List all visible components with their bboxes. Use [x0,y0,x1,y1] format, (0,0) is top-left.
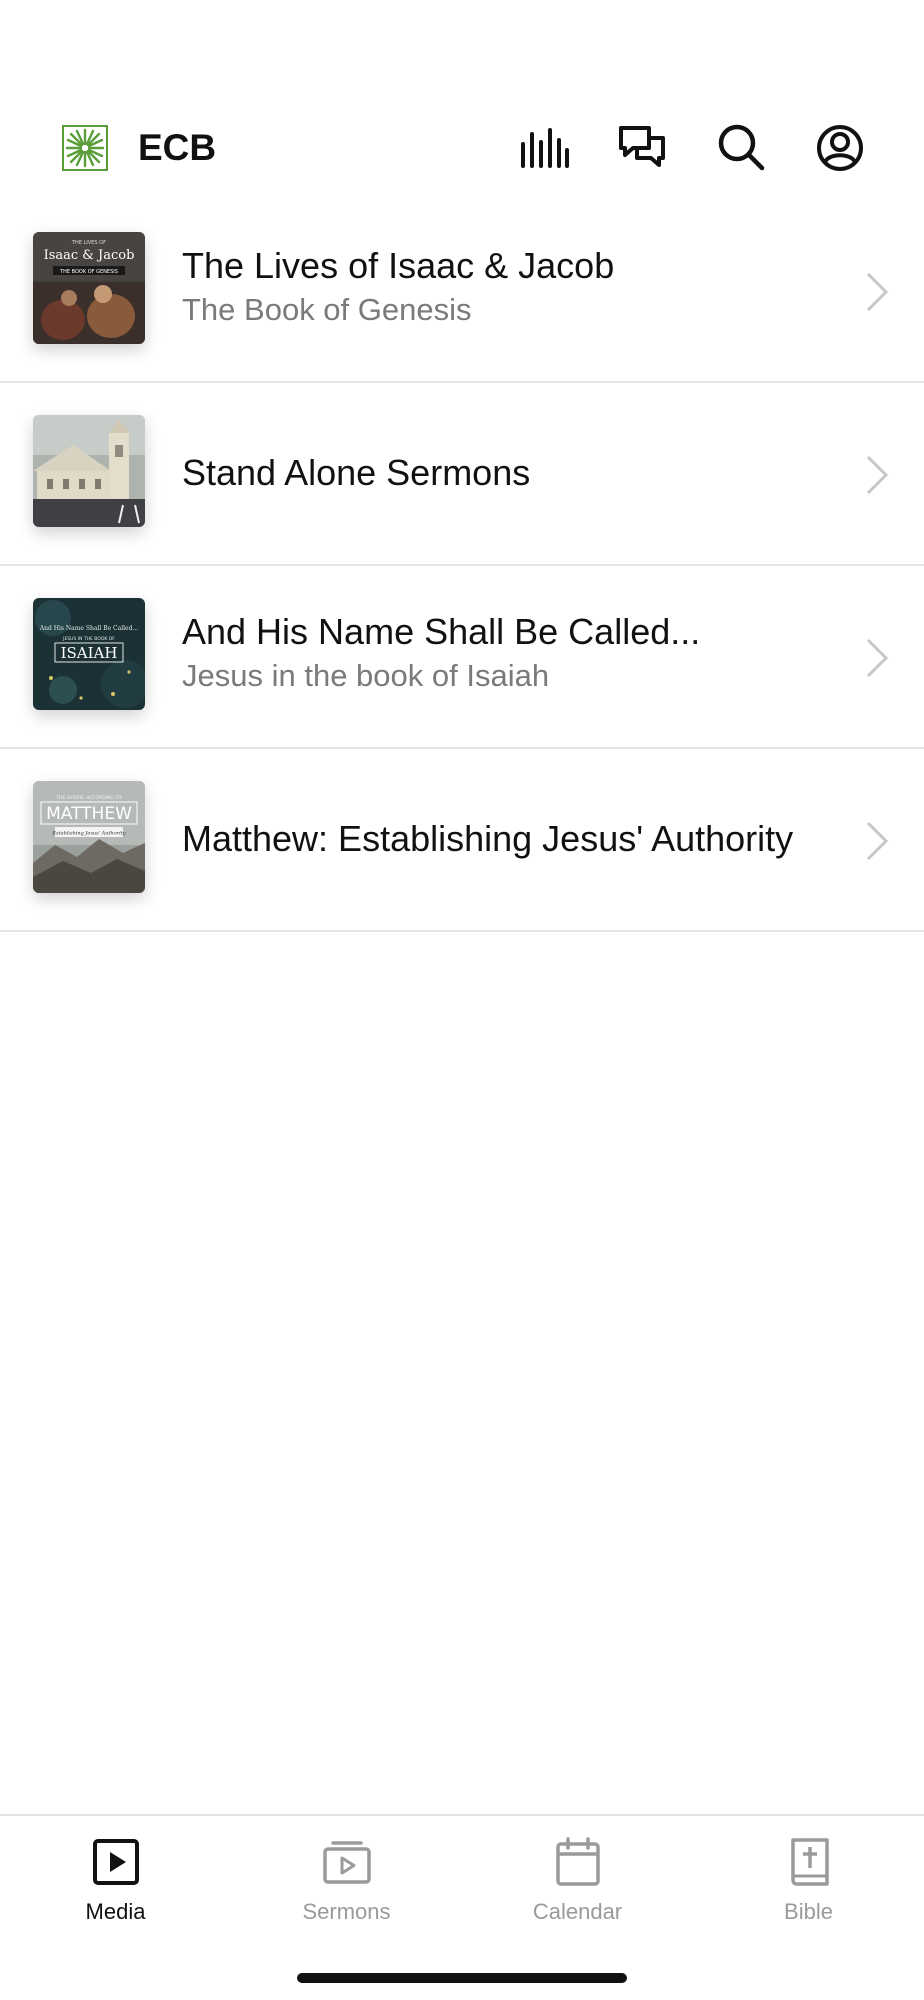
bible-icon [783,1836,835,1888]
tab-label: Media [85,1899,146,1924]
tab-label: Sermons [302,1899,391,1924]
series-title: And His Name Shall Be Called... [182,611,701,652]
series-list: THE LIVES OF Isaac & Jacob THE BOOK OF G… [0,200,924,932]
home-indicator [297,1973,627,1983]
thumb-small-text: And His Name Shall Be Called... [39,625,138,632]
series-subtitle: Jesus in the book of Isaiah [182,658,550,693]
thumb-band-text: JESUS IN THE BOOK OF [62,636,115,642]
tab-bible[interactable]: Bible [693,1816,924,1936]
search-icon[interactable] [716,122,768,174]
chevron-right-icon [864,636,890,680]
sunburst-logo-icon [62,125,108,171]
series-thumbnail-stand-alone [33,415,145,527]
thumb-band-text: THE BOOK OF GENESIS [59,269,118,275]
tab-calendar[interactable]: Calendar [462,1816,693,1936]
series-row-matthew[interactable]: THE GOSPEL ACCORDING TO MATTHEW Establis… [0,749,924,932]
series-row-isaac-jacob[interactable]: THE LIVES OF Isaac & Jacob THE BOOK OF G… [0,200,924,383]
chevron-right-icon [864,270,890,314]
account-icon[interactable] [814,122,866,174]
thumb-small-text: THE LIVES OF [71,240,106,246]
app-header: ECB [0,100,924,196]
calendar-icon [552,1836,604,1888]
series-row-isaiah[interactable]: And His Name Shall Be Called... JESUS IN… [0,566,924,749]
thumb-main-text: MATTHEW [46,804,132,824]
tab-media[interactable]: Media [0,1816,231,1936]
tab-sermons[interactable]: Sermons [231,1816,462,1936]
thumb-small-text: THE GOSPEL ACCORDING TO [55,795,122,801]
thumb-main-text: ISAIAH [61,644,118,662]
series-thumbnail-matthew: THE GOSPEL ACCORDING TO MATTHEW Establis… [33,781,145,893]
thumb-band-text: Establishing Jesus' Authority [51,831,125,837]
series-row-stand-alone[interactable]: Stand Alone Sermons [0,383,924,566]
play-square-icon [90,1836,142,1888]
tab-label: Calendar [532,1899,623,1924]
series-thumbnail-isaiah: And His Name Shall Be Called... JESUS IN… [33,598,145,710]
chat-icon[interactable] [617,122,669,174]
series-title: Stand Alone Sermons [182,452,531,493]
tab-label: Bible [784,1899,833,1924]
series-title: The Lives of Isaac & Jacob [182,245,615,286]
app-title: ECB [138,127,217,168]
audio-bars-icon[interactable] [518,122,570,174]
series-thumbnail-isaac-jacob: THE LIVES OF Isaac & Jacob THE BOOK OF G… [33,232,145,344]
video-stack-icon [321,1836,373,1888]
thumb-main-text: Isaac & Jacob [44,248,135,263]
series-title: Matthew: Establishing Jesus' Authority [182,818,794,859]
chevron-right-icon [864,453,890,497]
chevron-right-icon [864,819,890,863]
series-subtitle: The Book of Genesis [182,292,472,327]
